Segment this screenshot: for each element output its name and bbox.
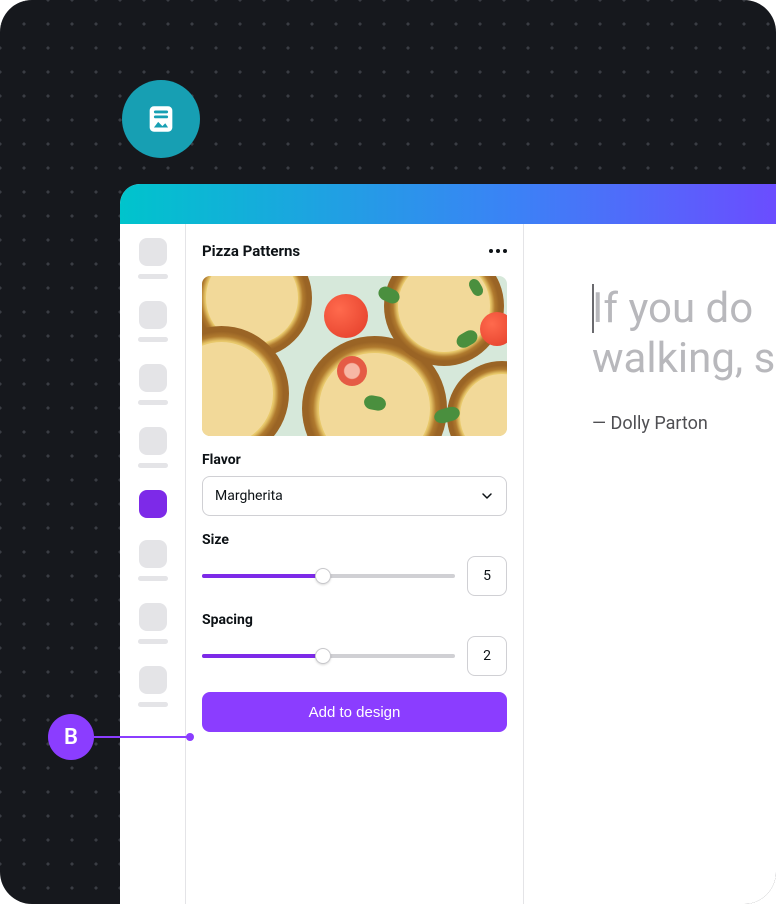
size-field: Size 5 [202,532,507,596]
attribution: — Dolly Parton [592,413,776,434]
panel-header: Pizza Patterns [202,242,507,260]
background: Pizza Patterns [0,0,776,904]
size-slider[interactable] [202,568,455,584]
chevron-down-icon [480,489,494,503]
panel-title: Pizza Patterns [202,242,300,260]
flavor-select[interactable]: Margherita [202,476,507,516]
quote-text[interactable]: If you do walking, s [592,284,776,385]
spacing-field: Spacing 2 [202,612,507,676]
rail-item[interactable] [138,427,168,468]
document-image-icon [144,102,178,136]
flavor-value: Margherita [215,488,283,504]
rail-item[interactable] [138,301,168,342]
size-label: Size [202,532,507,548]
rail-item[interactable] [138,603,168,644]
spacing-value[interactable]: 2 [467,636,507,676]
annotation-badge: B [48,714,94,760]
size-value[interactable]: 5 [467,556,507,596]
side-rail [120,224,186,904]
rail-item[interactable] [138,666,168,707]
spacing-label: Spacing [202,612,507,628]
rail-item[interactable] [138,540,168,581]
annotation-b: B [48,714,190,760]
spacing-slider[interactable] [202,648,455,664]
annotation-line [94,736,190,738]
rail-item-active[interactable] [139,490,167,518]
app-body: Pizza Patterns [120,224,776,904]
more-icon[interactable] [489,249,507,253]
add-to-design-button[interactable]: Add to design [202,692,507,732]
floating-badge [122,80,200,158]
titlebar-gradient [120,184,776,224]
rail-item[interactable] [138,364,168,405]
flavor-field: Flavor Margherita [202,452,507,516]
app-window: Pizza Patterns [120,184,776,904]
pattern-preview [202,276,507,436]
flavor-label: Flavor [202,452,507,468]
canvas-area[interactable]: If you do walking, s — Dolly Parton [524,224,776,904]
rail-item[interactable] [138,238,168,279]
side-panel: Pizza Patterns [186,224,524,904]
